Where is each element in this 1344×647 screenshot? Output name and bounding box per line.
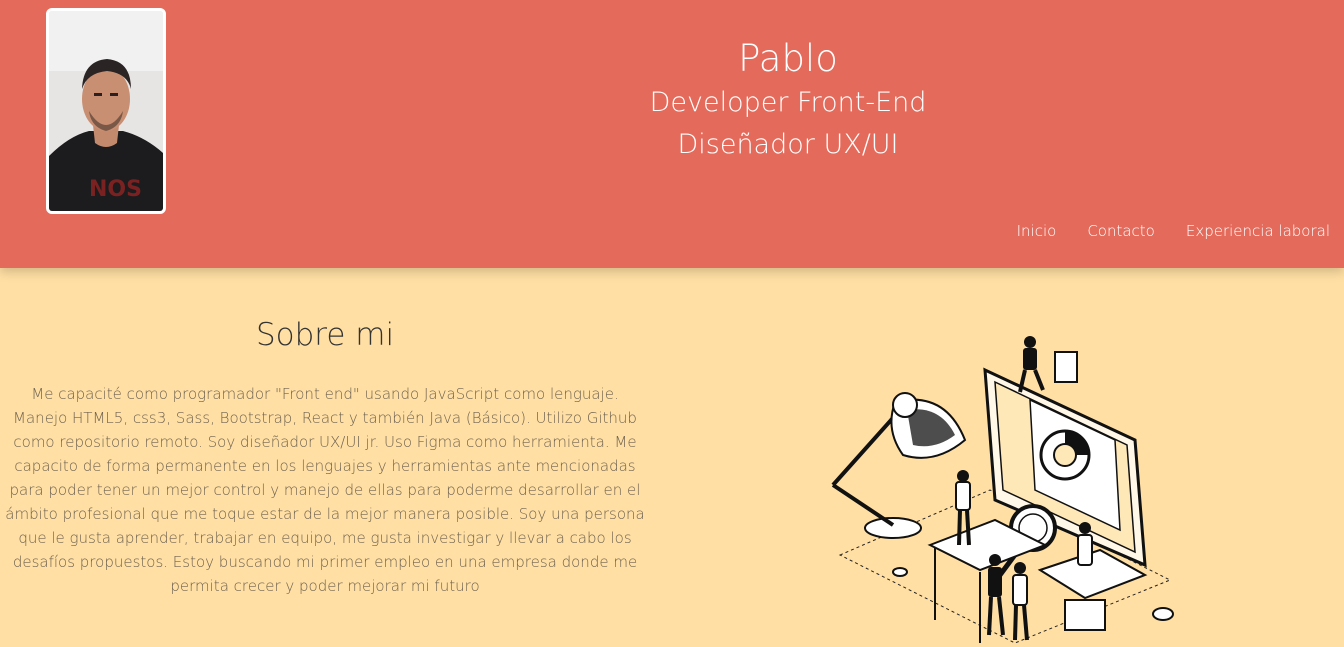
profile-role-developer: Developer Front-End [649,87,927,118]
header: NOS Pablo Developer Front-End Diseñador … [0,0,1344,268]
hero-titles: Pablo Developer Front-End Diseñador UX/U… [588,36,988,166]
workspace-illustration [815,330,1185,644]
about-section: Sobre mi Me capacité como programador "F… [0,300,650,598]
profile-name: Pablo [738,37,838,80]
avatar: NOS [46,8,166,214]
profile-photo-icon: NOS [49,11,163,211]
svg-text:NOS: NOS [89,177,142,202]
about-text: Me capacité como programador "Front end"… [5,385,645,595]
nav-link-contacto[interactable]: Contacto [1087,222,1155,240]
nav-link-experiencia[interactable]: Experiencia laboral [1186,222,1330,240]
nav-link-inicio[interactable]: Inicio [1017,222,1057,240]
profile-role-designer: Diseñador UX/UI [677,129,899,160]
workspace-illustration-icon [831,336,1174,644]
about-title: Sobre mi [255,317,395,353]
main-nav: Inicio Contacto Experiencia laboral [1017,222,1330,240]
